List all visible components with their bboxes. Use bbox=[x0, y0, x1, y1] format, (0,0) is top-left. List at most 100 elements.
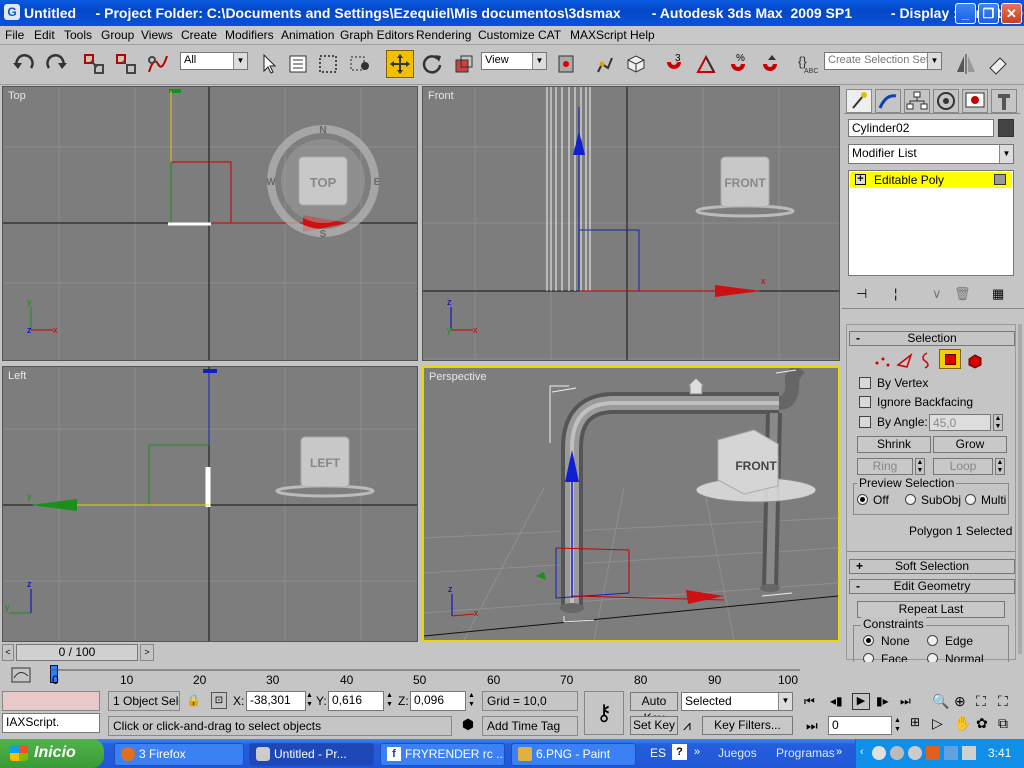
select-by-name-icon[interactable] bbox=[284, 50, 312, 78]
tray-icon-4[interactable] bbox=[926, 746, 940, 760]
programas-expand-icon[interactable]: » bbox=[836, 746, 842, 758]
key-mode-toggle-icon[interactable]: ⏭ bbox=[806, 718, 818, 734]
use-pivot-point-center-icon[interactable] bbox=[552, 50, 580, 78]
keyboard-shortcut-override-icon[interactable] bbox=[622, 50, 650, 78]
tray-icon-5[interactable] bbox=[944, 746, 958, 760]
viewport-left-label[interactable]: Left bbox=[8, 370, 26, 382]
key-mode-dropdown[interactable]: Selected ▼ bbox=[681, 692, 793, 711]
taskbar-fryrender[interactable]: f FRYRENDER rc ... bbox=[380, 743, 505, 766]
grow-button[interactable]: Grow bbox=[933, 436, 1007, 453]
select-and-manipulate-icon[interactable] bbox=[590, 50, 618, 78]
reference-coordinate-dropdown[interactable]: View ▼ bbox=[481, 52, 547, 70]
constraint-none-radio[interactable] bbox=[863, 635, 874, 646]
percent-snap-toggle-icon[interactable]: % bbox=[724, 50, 752, 78]
next-key-icon[interactable]: ▮▸ bbox=[876, 694, 889, 708]
by-vertex-checkbox[interactable] bbox=[859, 377, 871, 389]
menu-group[interactable]: Group bbox=[101, 28, 134, 42]
undo-icon[interactable] bbox=[10, 50, 38, 78]
make-unique-icon[interactable]: ∨ bbox=[932, 286, 942, 302]
mirror-icon[interactable] bbox=[952, 50, 980, 78]
maxscript-listener-pink[interactable] bbox=[2, 691, 100, 711]
remove-modifier-icon[interactable]: 🗑 bbox=[954, 286, 971, 302]
select-and-link-icon[interactable] bbox=[80, 50, 108, 78]
time-slider[interactable]: 0 / 100 bbox=[16, 644, 138, 661]
tray-icon-2[interactable] bbox=[890, 746, 904, 760]
viewport-top[interactable]: TOP N E S W y x z Top bbox=[2, 86, 418, 361]
absolute-mode-icon[interactable]: ⊡ bbox=[211, 692, 227, 709]
loop-spinner-icon[interactable]: ▲ ▼ bbox=[995, 458, 1005, 475]
play-icon[interactable]: ▶ bbox=[852, 693, 870, 710]
maxscript-mini-listener[interactable]: IAXScript. bbox=[2, 713, 100, 733]
go-to-start-icon[interactable]: ⏮ bbox=[804, 694, 815, 709]
menu-help[interactable]: Help bbox=[630, 28, 655, 42]
menu-cat[interactable]: CAT bbox=[538, 28, 561, 42]
auto-key-button[interactable]: Auto Key bbox=[630, 692, 678, 725]
minimize-button[interactable]: _ bbox=[955, 3, 976, 24]
previous-frame-button[interactable]: < bbox=[2, 644, 14, 661]
display-tab-icon[interactable] bbox=[962, 89, 988, 113]
by-angle-spinner[interactable]: 45,0 bbox=[929, 414, 991, 431]
zoom-icon[interactable]: 🔍 bbox=[932, 693, 949, 710]
bind-to-space-warp-icon[interactable] bbox=[144, 50, 172, 78]
tray-collapse-icon[interactable]: ‹ bbox=[860, 746, 864, 758]
maximize-button[interactable]: ❐ bbox=[978, 3, 999, 24]
hierarchy-tab-icon[interactable] bbox=[904, 89, 930, 113]
menu-customize[interactable]: Customize bbox=[478, 28, 535, 42]
preview-off-radio[interactable] bbox=[857, 494, 868, 505]
frame-spinner-icon[interactable]: ▲ ▼ bbox=[894, 716, 901, 734]
command-panel-scrollbar[interactable] bbox=[1018, 324, 1022, 654]
motion-tab-icon[interactable] bbox=[933, 89, 959, 113]
selection-filter-dropdown[interactable]: All ▼ bbox=[180, 52, 248, 70]
zoom-extents-icon[interactable]: ⛶ bbox=[976, 693, 986, 710]
ring-spinner-icon[interactable]: ▲ ▼ bbox=[915, 458, 925, 475]
go-to-end-icon[interactable]: ⏭ bbox=[900, 694, 911, 709]
language-indicator[interactable]: ES bbox=[650, 746, 666, 760]
viewport-perspective-label[interactable]: Perspective bbox=[429, 371, 486, 383]
polygon-icon[interactable] bbox=[939, 349, 961, 369]
field-of-view-icon[interactable]: ▷ bbox=[932, 715, 943, 732]
angle-snap-toggle-icon[interactable] bbox=[692, 50, 720, 78]
menu-graph-editors[interactable]: Graph Editors bbox=[340, 28, 414, 42]
redo-icon[interactable] bbox=[42, 50, 70, 78]
preview-multi-radio[interactable] bbox=[965, 494, 976, 505]
zoom-all-icon[interactable]: ⊕ bbox=[954, 693, 966, 710]
edit-named-selection-icon[interactable]: {} ABC bbox=[794, 50, 822, 78]
spinner-arrows-icon[interactable]: ▲ ▼ bbox=[993, 414, 1003, 431]
stack-item-toggle[interactable] bbox=[994, 174, 1006, 185]
menu-create[interactable]: Create bbox=[181, 28, 217, 42]
taskbar-programas[interactable]: Programas bbox=[776, 746, 835, 760]
taskbar-firefox[interactable]: 3 Firefox bbox=[114, 743, 244, 766]
pin-stack-icon[interactable]: ⊣ bbox=[856, 286, 867, 302]
pan-view-icon[interactable]: ✋ bbox=[954, 715, 971, 732]
close-button[interactable]: ✕ bbox=[1001, 3, 1022, 24]
z-coordinate-field[interactable]: 0,096 bbox=[410, 691, 466, 711]
taskbar-juegos[interactable]: Juegos bbox=[718, 746, 757, 760]
select-object-icon[interactable] bbox=[254, 50, 282, 78]
volume-icon[interactable] bbox=[962, 746, 976, 760]
key-tangent-icon[interactable]: ⩘ bbox=[683, 717, 691, 734]
create-tab-icon[interactable] bbox=[846, 89, 872, 113]
set-key-button[interactable]: Set Key bbox=[630, 716, 678, 735]
menu-animation[interactable]: Animation bbox=[281, 28, 334, 42]
rectangular-selection-icon[interactable] bbox=[314, 50, 342, 78]
select-and-scale-icon[interactable] bbox=[450, 50, 478, 78]
repeat-last-button[interactable]: Repeat Last bbox=[857, 601, 1005, 618]
select-and-move-icon[interactable] bbox=[386, 50, 414, 78]
taskbar-paint[interactable]: 6.PNG - Paint bbox=[511, 743, 636, 766]
y-coordinate-field[interactable]: 0,616 bbox=[328, 691, 384, 711]
spinner-snap-toggle-icon[interactable] bbox=[756, 50, 784, 78]
add-time-tag-button[interactable]: Add Time Tag bbox=[482, 716, 578, 736]
utilities-tab-icon[interactable] bbox=[991, 89, 1017, 113]
menu-rendering[interactable]: Rendering bbox=[416, 28, 471, 42]
viewport-front[interactable]: x FRONT z x y Front bbox=[422, 86, 840, 361]
tray-icon-3[interactable] bbox=[908, 746, 922, 760]
next-frame-button[interactable]: > bbox=[140, 644, 154, 661]
time-configuration-icon[interactable]: ⊞ bbox=[906, 715, 924, 735]
zoom-extents-all-icon[interactable]: ⛶ bbox=[998, 693, 1008, 710]
track-bar[interactable]: 0 10 20 30 40 50 60 70 80 90 100 bbox=[0, 662, 1024, 689]
x-coordinate-field[interactable]: -38,301 bbox=[246, 691, 306, 711]
viewport-perspective[interactable]: FRONT z x Perspective bbox=[422, 366, 840, 642]
menu-edit[interactable]: Edit bbox=[34, 28, 55, 42]
viewport-left[interactable]: y LEFT z y Left bbox=[2, 366, 418, 642]
orbit-icon[interactable]: ✿ bbox=[976, 715, 988, 732]
